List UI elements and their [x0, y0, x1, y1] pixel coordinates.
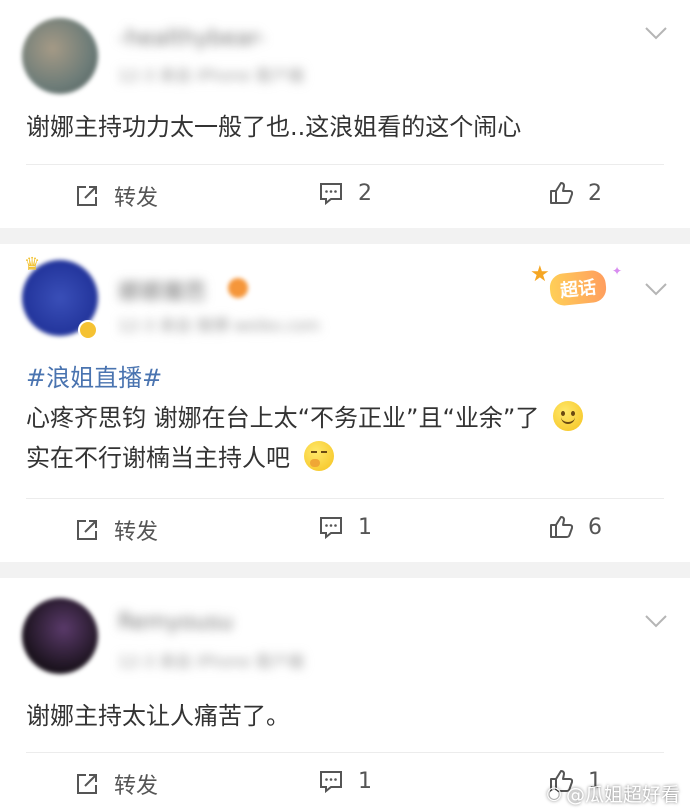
chevron-down-icon[interactable] [644, 26, 668, 40]
post-card-3: Remyousu 12-3 来自 iPhone 客户端 谢娜主持太让人痛苦了。 … [0, 578, 690, 811]
avatar[interactable] [22, 598, 98, 674]
like-count: 2 [588, 180, 602, 206]
repost-icon [77, 186, 97, 206]
super-topic-badge[interactable]: ★ 超话 ✦ [530, 262, 632, 308]
repost-button[interactable]: 转发 [74, 180, 158, 212]
watermark-text: @瓜姐超好看 [565, 784, 680, 806]
watermark: ◉ @瓜姐超好看 [546, 780, 680, 807]
repost-button[interactable]: 转发 [74, 514, 158, 546]
post-content: #浪姐直播# 心疼齐思钧 谢娜在台上太“不务正业”且“业余”了 实在不行谢楠当主… [26, 358, 660, 478]
repost-icon [77, 774, 97, 794]
chevron-down-icon[interactable] [644, 614, 668, 628]
comment-icon [320, 517, 342, 540]
thumbs-up-icon [550, 182, 574, 204]
username[interactable]: 娜娜魔芭 [118, 274, 206, 306]
comment-count: 1 [358, 514, 372, 540]
super-topic-label: 超话 [559, 277, 598, 302]
username[interactable]: Remyousu [118, 610, 233, 635]
divider [26, 164, 664, 165]
crown-icon: ♛ [24, 254, 41, 275]
post-meta: 12-3 来自 微博 weibo.com [118, 316, 320, 335]
comment-icon [320, 183, 342, 206]
weibo-logo-icon: ◉ [546, 783, 562, 804]
post-card-1: -healthybear- 12-3 来自 iPhone 客户端 谢娜主持功力太… [0, 0, 690, 228]
post-meta: 12-3 来自 iPhone 客户端 [118, 66, 304, 85]
repost-label: 转发 [114, 774, 159, 799]
verified-badge-icon [78, 320, 98, 340]
content-line-1: 心疼齐思钧 谢娜在台上太“不务正业”且“业余”了 [26, 404, 540, 432]
repost-label: 转发 [114, 520, 159, 545]
thinking-emoji-icon [303, 441, 334, 471]
comment-button[interactable]: 2 [318, 180, 372, 206]
divider [26, 752, 664, 753]
star-icon: ★ [530, 262, 550, 287]
like-button[interactable]: 6 [548, 514, 602, 540]
avatar[interactable] [22, 18, 98, 94]
like-count: 6 [588, 514, 602, 540]
level-badge-icon [228, 278, 248, 298]
sparkle-icon: ✦ [612, 264, 623, 278]
repost-button[interactable]: 转发 [74, 768, 158, 800]
post-content: 谢娜主持太让人痛苦了。 [26, 702, 290, 730]
comment-button[interactable]: 1 [318, 514, 372, 540]
comment-icon [320, 771, 342, 794]
comment-count: 1 [358, 768, 372, 794]
repost-icon [77, 520, 97, 540]
smile-emoji-icon [553, 401, 584, 431]
comment-count: 2 [358, 180, 372, 206]
post-meta: 12-3 来自 iPhone 客户端 [118, 652, 304, 671]
username[interactable]: -healthybear- [118, 26, 265, 51]
like-button[interactable]: 2 [548, 180, 602, 206]
comment-button[interactable]: 1 [318, 768, 372, 794]
thumbs-up-icon [550, 516, 574, 538]
content-line-2: 实在不行谢楠当主持人吧 [26, 444, 290, 472]
chevron-down-icon[interactable] [644, 282, 668, 296]
post-card-2: ♛ 娜娜魔芭 12-3 来自 微博 weibo.com ★ 超话 ✦ #浪姐直播… [0, 244, 690, 562]
repost-label: 转发 [114, 186, 159, 211]
hashtag-link[interactable]: #浪姐直播# [26, 364, 162, 392]
post-content: 谢娜主持功力太一般了也..这浪姐看的这个闹心 [26, 113, 522, 141]
divider [26, 498, 664, 499]
